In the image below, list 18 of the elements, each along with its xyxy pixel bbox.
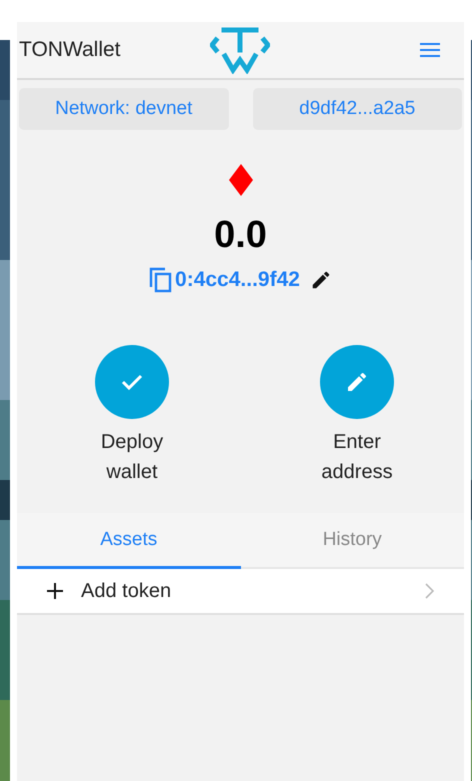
- address-link[interactable]: 0:4cc4...9f42: [149, 267, 300, 293]
- add-token-row[interactable]: Add token: [17, 569, 464, 615]
- diamond-icon: [228, 164, 252, 196]
- chevron-icon: [425, 583, 434, 599]
- row-label: Add token: [81, 580, 172, 602]
- check-icon: [121, 374, 143, 390]
- menu-icon: [420, 43, 440, 57]
- app-title: TONWallet: [19, 38, 121, 62]
- pencil-icon: [345, 370, 369, 394]
- action-label: Deploy wallet: [100, 430, 164, 485]
- copy-icon: [149, 267, 174, 293]
- network-button[interactable]: Network: devnet: [19, 88, 228, 130]
- plus-icon: [47, 583, 63, 599]
- tab[interactable]: History: [240, 513, 464, 569]
- logo-icon: [210, 26, 270, 74]
- action-label: Enter address: [320, 430, 394, 485]
- balance-amount: 0.0: [214, 214, 267, 257]
- account-button[interactable]: d9df42...a2a5: [252, 88, 462, 130]
